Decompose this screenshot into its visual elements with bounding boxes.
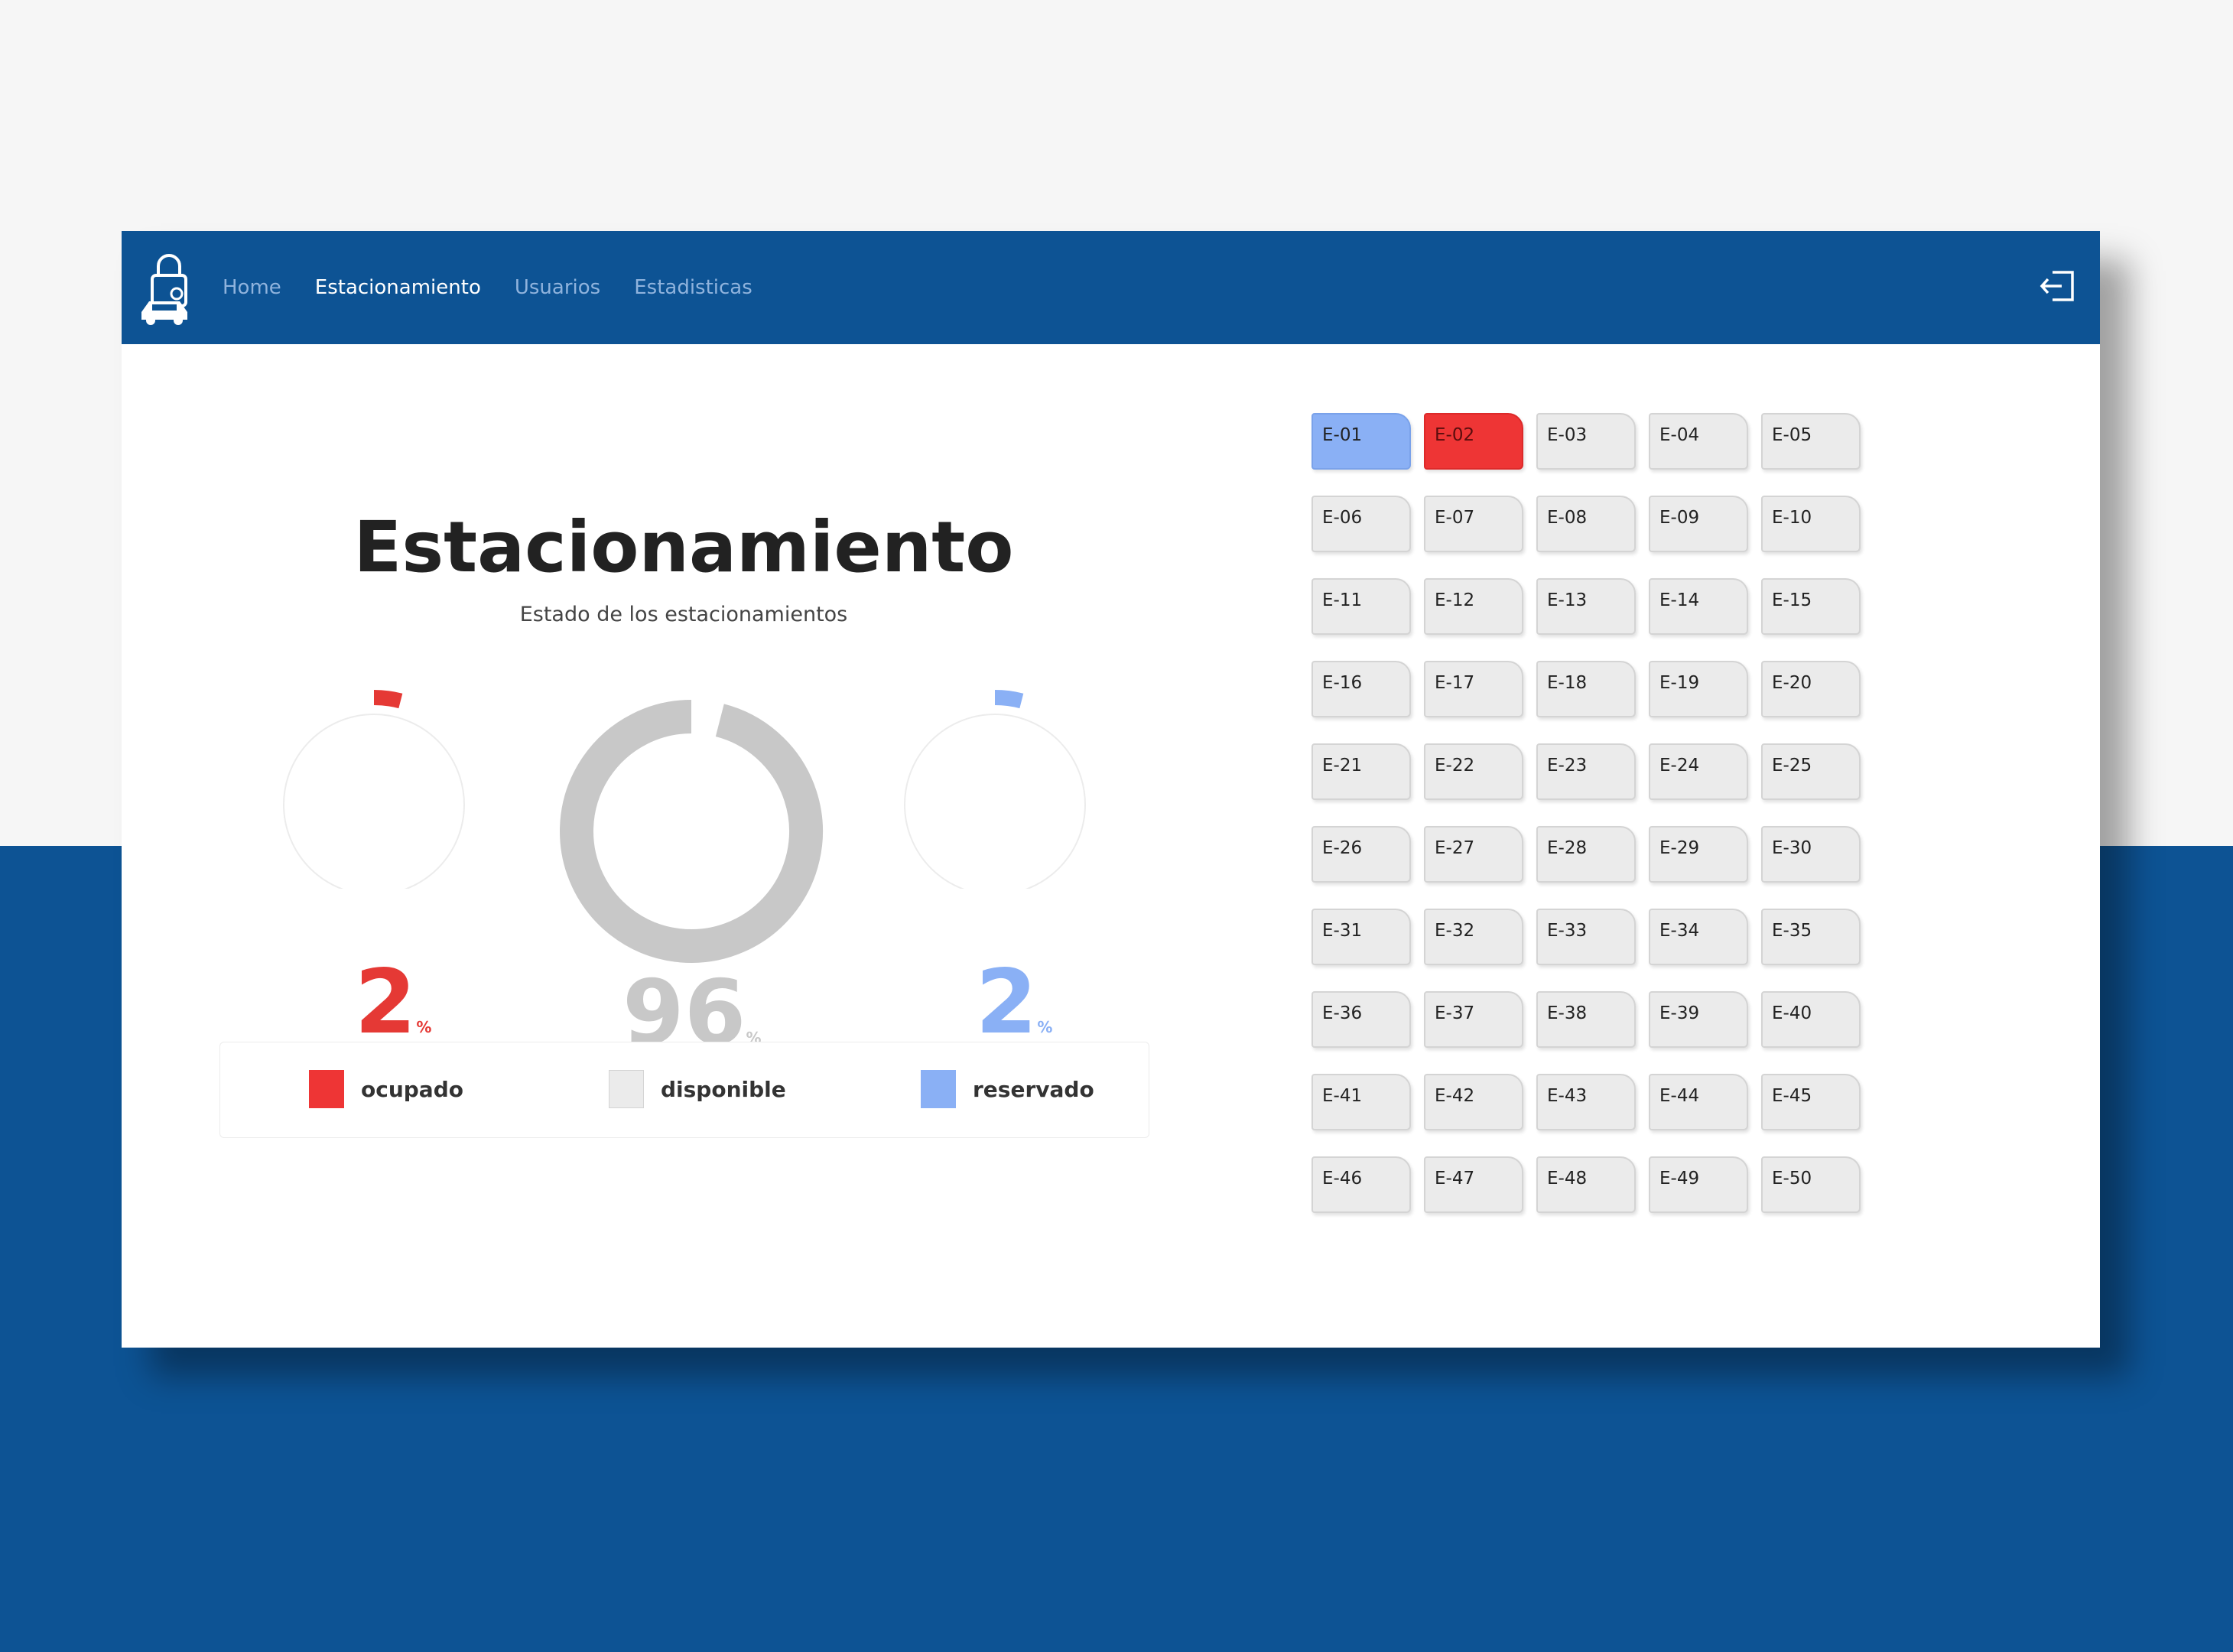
parking-slot-e-07[interactable]: E-07 <box>1424 496 1523 552</box>
legend-item-ocupado: ocupado <box>309 1070 463 1108</box>
parking-slot-e-43[interactable]: E-43 <box>1536 1074 1636 1130</box>
parking-slot-e-15[interactable]: E-15 <box>1761 578 1861 635</box>
legend-label-reservado: reservado <box>973 1076 1094 1102</box>
parking-slot-e-33[interactable]: E-33 <box>1536 909 1636 965</box>
parking-slot-e-30[interactable]: E-30 <box>1761 826 1861 883</box>
legend-label-disponible: disponible <box>661 1076 786 1102</box>
parking-slot-e-23[interactable]: E-23 <box>1536 743 1636 800</box>
gauge-ocupado-value: 2% <box>340 951 447 1054</box>
navbar: Home Estacionamiento Usuarios Estadistic… <box>122 231 2100 344</box>
parking-slot-e-46[interactable]: E-46 <box>1312 1156 1411 1213</box>
parking-slot-e-04[interactable]: E-04 <box>1649 413 1748 470</box>
parking-slot-e-06[interactable]: E-06 <box>1312 496 1411 552</box>
gauge-ocupado <box>283 690 465 889</box>
parking-slot-e-36[interactable]: E-36 <box>1312 991 1411 1048</box>
page-subtitle: Estado de los estacionamientos <box>519 603 848 626</box>
nav-link-home[interactable]: Home <box>223 276 281 299</box>
parking-slot-e-21[interactable]: E-21 <box>1312 743 1411 800</box>
parking-slot-e-44[interactable]: E-44 <box>1649 1074 1748 1130</box>
parking-slot-e-32[interactable]: E-32 <box>1424 909 1523 965</box>
parking-slot-e-40[interactable]: E-40 <box>1761 991 1861 1048</box>
app-window: Home Estacionamiento Usuarios Estadistic… <box>122 231 2100 1348</box>
parking-slot-e-11[interactable]: E-11 <box>1312 578 1411 635</box>
parking-slot-e-34[interactable]: E-34 <box>1649 909 1748 965</box>
parking-slot-e-37[interactable]: E-37 <box>1424 991 1523 1048</box>
nav-link-estadisticas[interactable]: Estadisticas <box>634 276 752 299</box>
parking-slot-e-45[interactable]: E-45 <box>1761 1074 1861 1130</box>
parking-slot-e-03[interactable]: E-03 <box>1536 413 1636 470</box>
parking-slot-e-16[interactable]: E-16 <box>1312 661 1411 717</box>
gauge-reservado-arc <box>994 690 1024 709</box>
gauge-reservado <box>904 690 1086 889</box>
parking-slot-e-48[interactable]: E-48 <box>1536 1156 1636 1213</box>
parking-slot-grid: E-01 E-02 E-03 E-04 E-05 E-06 E-07 E-08 E-09 E-10… <box>1312 413 1861 1213</box>
parking-slot-e-26[interactable]: E-26 <box>1312 826 1411 883</box>
parking-slot-e-17[interactable]: E-17 <box>1424 661 1523 717</box>
parking-slot-e-49[interactable]: E-49 <box>1649 1156 1748 1213</box>
gauge-ocupado-arc <box>373 690 403 709</box>
gauge-disponible-arc <box>560 700 823 963</box>
nav-link-estacionamiento[interactable]: Estacionamiento <box>315 276 481 299</box>
parking-slot-e-19[interactable]: E-19 <box>1649 661 1748 717</box>
parking-slot-e-47[interactable]: E-47 <box>1424 1156 1523 1213</box>
legend-label-ocupado: ocupado <box>361 1076 463 1102</box>
parking-slot-e-01[interactable]: E-01 <box>1312 413 1411 470</box>
nav-links: Home Estacionamiento Usuarios Estadistic… <box>223 231 752 344</box>
page-title: Estacionamiento <box>353 506 1014 588</box>
parking-slot-e-10[interactable]: E-10 <box>1761 496 1861 552</box>
parking-slot-e-02[interactable]: E-02 <box>1424 413 1523 470</box>
lock-car-icon[interactable] <box>137 249 201 326</box>
gauge-reservado-unit: % <box>1037 1018 1053 1036</box>
parking-slot-e-31[interactable]: E-31 <box>1312 909 1411 965</box>
legend-item-reservado: reservado <box>921 1070 1094 1108</box>
parking-slot-e-20[interactable]: E-20 <box>1761 661 1861 717</box>
legend-swatch-disponible <box>609 1070 644 1108</box>
parking-slot-e-38[interactable]: E-38 <box>1536 991 1636 1048</box>
parking-slot-e-50[interactable]: E-50 <box>1761 1156 1861 1213</box>
parking-slot-e-08[interactable]: E-08 <box>1536 496 1636 552</box>
parking-slot-e-13[interactable]: E-13 <box>1536 578 1636 635</box>
parking-slot-e-24[interactable]: E-24 <box>1649 743 1748 800</box>
parking-slot-e-14[interactable]: E-14 <box>1649 578 1748 635</box>
logout-icon[interactable] <box>2039 269 2077 303</box>
gauge-reservado-value: 2% <box>960 951 1068 1054</box>
parking-slot-e-05[interactable]: E-05 <box>1761 413 1861 470</box>
parking-slot-e-42[interactable]: E-42 <box>1424 1074 1523 1130</box>
gauge-ocupado-unit: % <box>416 1018 432 1036</box>
parking-slot-e-12[interactable]: E-12 <box>1424 578 1523 635</box>
legend-swatch-reservado <box>921 1070 956 1108</box>
parking-slot-e-27[interactable]: E-27 <box>1424 826 1523 883</box>
parking-slot-e-22[interactable]: E-22 <box>1424 743 1523 800</box>
parking-slot-e-39[interactable]: E-39 <box>1649 991 1748 1048</box>
parking-slot-e-18[interactable]: E-18 <box>1536 661 1636 717</box>
gauge-disponible <box>560 700 823 963</box>
parking-slot-e-41[interactable]: E-41 <box>1312 1074 1411 1130</box>
legend: ocupado disponible reservado <box>219 1042 1149 1138</box>
parking-slot-e-28[interactable]: E-28 <box>1536 826 1636 883</box>
legend-swatch-ocupado <box>309 1070 344 1108</box>
nav-link-usuarios[interactable]: Usuarios <box>515 276 600 299</box>
legend-item-disponible: disponible <box>609 1070 786 1108</box>
parking-slot-e-35[interactable]: E-35 <box>1761 909 1861 965</box>
gauge-ocupado-number: 2 <box>354 951 417 1054</box>
parking-slot-e-25[interactable]: E-25 <box>1761 743 1861 800</box>
parking-slot-e-09[interactable]: E-09 <box>1649 496 1748 552</box>
gauge-reservado-number: 2 <box>975 951 1038 1054</box>
parking-slot-e-29[interactable]: E-29 <box>1649 826 1748 883</box>
